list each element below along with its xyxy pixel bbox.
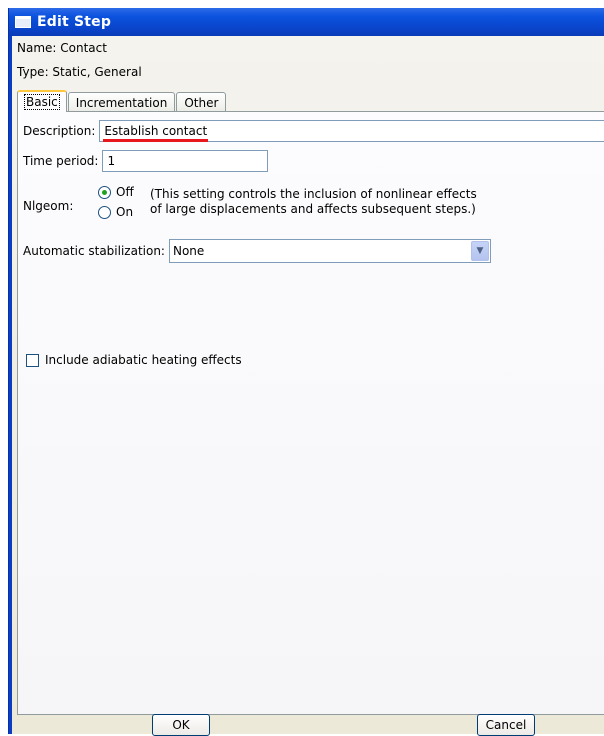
adiabatic-checkbox[interactable] [26, 353, 39, 367]
time-period-input[interactable]: 1 [102, 150, 269, 172]
chevron-down-icon[interactable]: ▼ [470, 241, 489, 261]
step-type-label: Type: Static, General [17, 65, 142, 79]
stabilization-label: Automatic stabilization: [23, 244, 165, 258]
nlgeom-note-line1: (This setting controls the inclusion of … [150, 187, 477, 201]
description-input[interactable]: Establish contact [99, 120, 604, 142]
title-bar[interactable]: Edit Step [9, 8, 604, 36]
cancel-button[interactable]: Cancel [477, 714, 535, 736]
nlgeom-note-line2: of large displacements and affects subse… [150, 202, 476, 216]
nlgeom-off-radio[interactable] [98, 185, 111, 199]
stabilization-dropdown[interactable]: None ▼ [168, 239, 491, 263]
basic-tab-panel: Description: Establish contact Time peri… [17, 111, 604, 715]
tab-basic[interactable]: Basic [17, 90, 67, 112]
description-value: Establish contact [103, 124, 209, 142]
step-name-label: Name: Contact [17, 41, 107, 55]
red-annotation-underline [103, 139, 209, 142]
tab-other-label: Other [184, 95, 219, 110]
nlgeom-off-option[interactable]: Off [98, 182, 134, 202]
stabilization-value: None [172, 244, 205, 258]
description-label: Description: [23, 124, 96, 138]
edit-step-window: Edit Step Name: Contact Type: Static, Ge… [8, 8, 604, 736]
time-period-label: Time period: [23, 154, 99, 168]
nlgeom-on-option[interactable]: On [98, 202, 134, 222]
tab-other[interactable]: Other [176, 92, 227, 112]
nlgeom-on-label: On [116, 205, 134, 219]
nlgeom-on-radio[interactable] [98, 205, 111, 219]
tab-incrementation-label: Incrementation [75, 95, 168, 110]
window-icon [15, 16, 31, 28]
time-period-row: Time period: 1 [23, 150, 269, 172]
nlgeom-off-label: Off [116, 185, 134, 199]
adiabatic-label: Include adiabatic heating effects [45, 353, 242, 367]
tab-basic-label: Basic [24, 94, 60, 110]
tab-incrementation[interactable]: Incrementation [67, 92, 176, 112]
nlgeom-label: Nlgeom: [23, 199, 74, 213]
description-row: Description: Establish contact [23, 120, 604, 142]
adiabatic-row[interactable]: Include adiabatic heating effects [26, 353, 242, 367]
nlgeom-note: (This setting controls the inclusion of … [150, 187, 477, 217]
nlgeom-radio-group: Off On [98, 182, 134, 222]
ok-button[interactable]: OK [152, 714, 210, 736]
dialog-body: Name: Contact Type: Static, General Basi… [12, 36, 604, 736]
tab-strip: Basic Incrementation Other [17, 90, 227, 112]
window-title: Edit Step [37, 14, 112, 30]
stabilization-row: Automatic stabilization: None ▼ [23, 239, 491, 263]
